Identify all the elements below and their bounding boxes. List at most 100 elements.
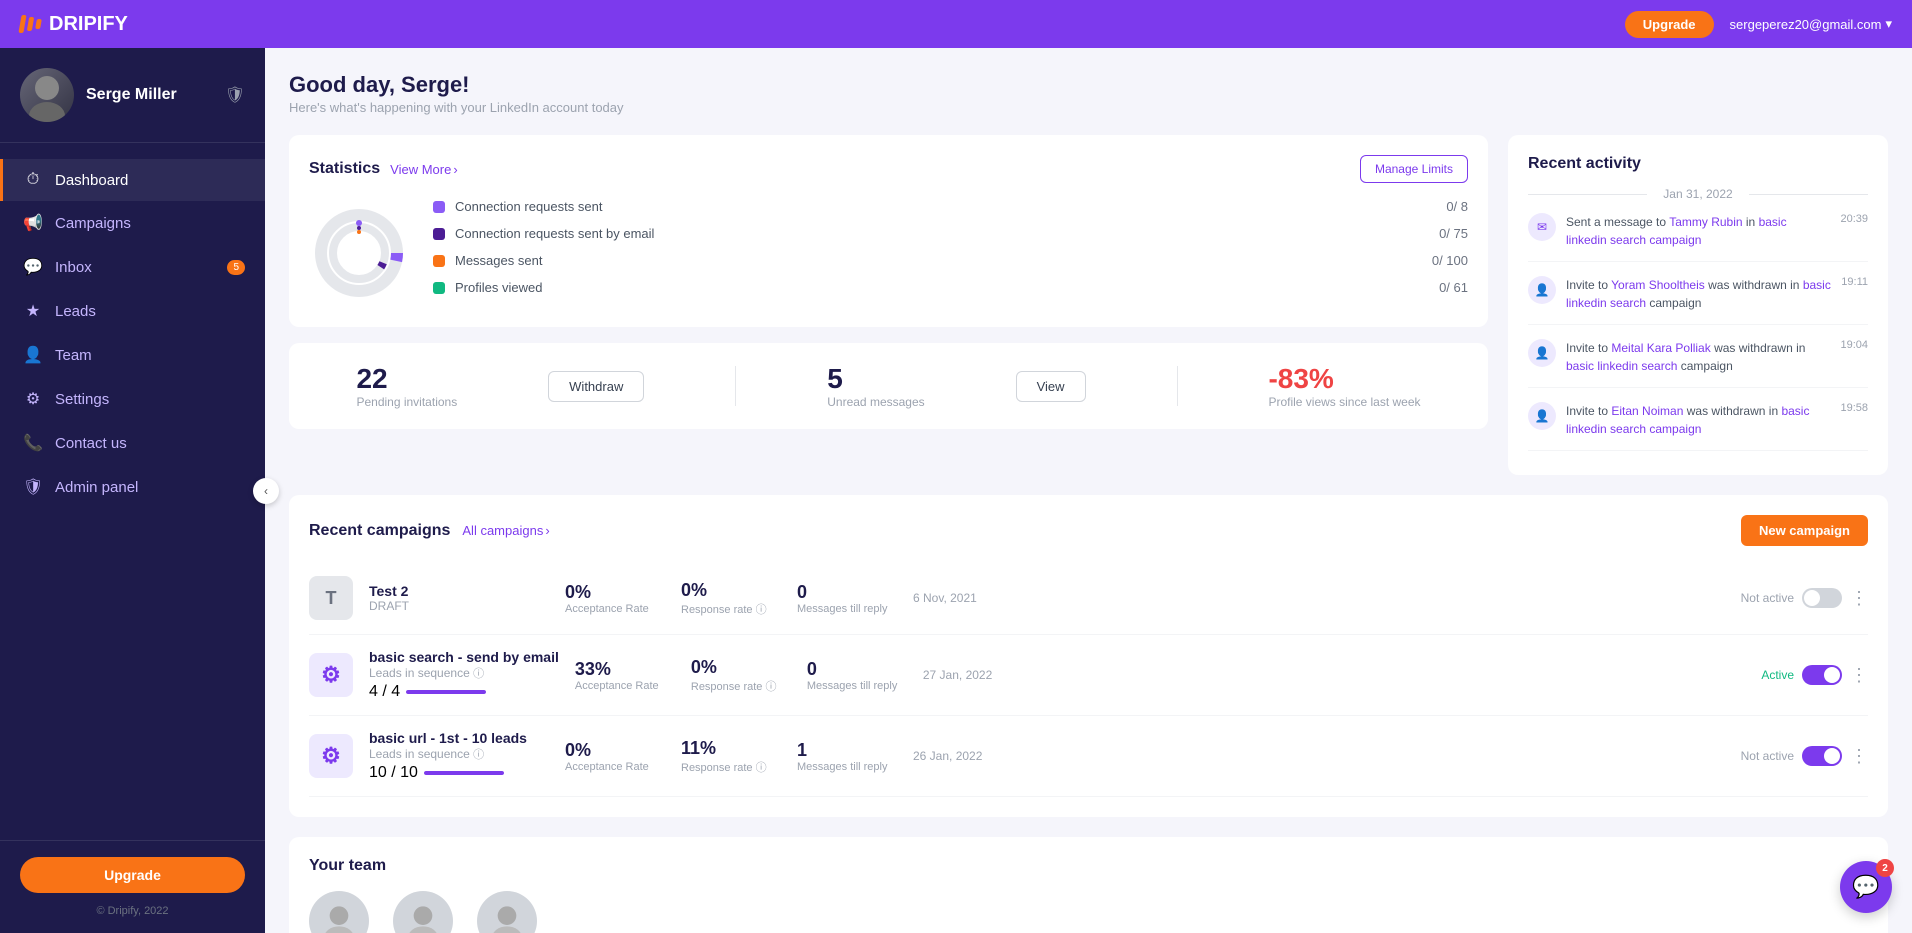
inbox-icon: 💬 bbox=[23, 257, 43, 277]
messages-label: Messages till reply bbox=[797, 603, 897, 615]
activity-link-eitan[interactable]: Eitan Noiman bbox=[1611, 404, 1683, 418]
profile-views-label: Profile views since last week bbox=[1268, 395, 1420, 409]
activity-link-yoram[interactable]: Yoram Shooltheis bbox=[1611, 278, 1705, 292]
pending-metric: 22 Pending invitations bbox=[356, 363, 457, 409]
stat-label-2: Messages sent bbox=[455, 253, 1422, 268]
user-email-dropdown[interactable]: sergeperez20@gmail.com ▾ bbox=[1730, 16, 1892, 32]
sidebar-item-team[interactable]: 👤 Team bbox=[0, 333, 265, 377]
sidebar-username: Serge Miller bbox=[86, 86, 177, 104]
acceptance-label-1: Acceptance Rate bbox=[575, 680, 675, 692]
pending-count: 22 bbox=[356, 363, 387, 395]
member-avatar-svg-1 bbox=[403, 901, 443, 933]
campaign-more-1[interactable]: ⋮ bbox=[1850, 665, 1868, 686]
activity-text-0: Sent a message to Tammy Rubin in basic l… bbox=[1566, 213, 1830, 249]
activity-time-3: 19:58 bbox=[1840, 402, 1868, 414]
campaign-messages-0: 0 Messages till reply bbox=[797, 582, 897, 615]
pending-label: Pending invitations bbox=[356, 395, 457, 409]
chevron-down-icon: ▾ bbox=[1885, 16, 1892, 32]
copyright: © Dripify, 2022 bbox=[20, 905, 245, 917]
sidebar-item-settings[interactable]: ⚙ Settings bbox=[0, 377, 265, 421]
stat-value-2: 0/ 100 bbox=[1432, 253, 1468, 268]
campaign-info-2: basic url - 1st - 10 leads Leads in sequ… bbox=[369, 730, 549, 782]
team-section: Your team bbox=[289, 837, 1888, 933]
campaign-response-2: 11% Response rate ⓘ bbox=[681, 738, 781, 775]
campaign-toggle-1: Active ⋮ bbox=[1761, 665, 1868, 686]
leads-progress-2: 10 / 10 bbox=[369, 764, 549, 782]
stats-items: Connection requests sent 0/ 8 Connection… bbox=[433, 199, 1468, 307]
donut-chart bbox=[309, 203, 409, 303]
sidebar-item-dashboard[interactable]: ⏱ Dashboard bbox=[0, 159, 265, 201]
sidebar-item-inbox[interactable]: 💬 Inbox 5 bbox=[0, 245, 265, 289]
campaign-toggle-0: Not active ⋮ bbox=[1741, 588, 1868, 609]
activity-item-3: 👤 Invite to Eitan Noiman was withdrawn i… bbox=[1528, 402, 1868, 451]
withdraw-button[interactable]: Withdraw bbox=[548, 371, 644, 402]
activity-item-0: ✉ Sent a message to Tammy Rubin in basic… bbox=[1528, 213, 1868, 262]
sidebar-item-label: Inbox bbox=[55, 259, 92, 276]
logo-stripe-3 bbox=[35, 19, 42, 29]
toggle-knob-0 bbox=[1804, 590, 1820, 606]
campaign-response-1: 0% Response rate ⓘ bbox=[691, 657, 791, 694]
leads-count-1: 4 / 4 bbox=[369, 683, 400, 701]
chat-icon: 💬 bbox=[1852, 874, 1879, 900]
campaign-date-0: 6 Nov, 2021 bbox=[913, 591, 1003, 605]
unread-count: 5 bbox=[827, 363, 843, 395]
activity-link-campaign-2[interactable]: basic linkedin search bbox=[1566, 359, 1677, 373]
toggle-switch-1[interactable] bbox=[1802, 665, 1842, 685]
chat-bubble[interactable]: 💬 2 bbox=[1840, 861, 1892, 913]
statistics-card: Statistics View More › Manage Limits bbox=[289, 135, 1488, 327]
sidebar-item-campaigns[interactable]: 📢 Campaigns bbox=[0, 201, 265, 245]
upgrade-button-sidebar[interactable]: Upgrade bbox=[20, 857, 245, 893]
collapse-sidebar-button[interactable]: ‹ bbox=[253, 478, 279, 504]
unread-metric: 5 Unread messages bbox=[827, 363, 924, 409]
team-icon: 👤 bbox=[23, 345, 43, 365]
messages-value-0: 0 bbox=[797, 582, 897, 603]
activity-link-meital[interactable]: Meital Kara Polliak bbox=[1611, 341, 1710, 355]
response-value-0: 0% bbox=[681, 580, 781, 601]
manage-limits-button[interactable]: Manage Limits bbox=[1360, 155, 1468, 183]
campaign-more-0[interactable]: ⋮ bbox=[1850, 588, 1868, 609]
toggle-switch-2[interactable] bbox=[1802, 746, 1842, 766]
all-campaigns-link[interactable]: All campaigns › bbox=[462, 523, 549, 538]
stats-title-row: Statistics View More › bbox=[309, 160, 458, 178]
acceptance-label-2: Acceptance Rate bbox=[565, 761, 665, 773]
greeting-subtitle: Here's what's happening with your Linked… bbox=[289, 100, 1888, 115]
campaign-name-0: Test 2 bbox=[369, 583, 549, 599]
upgrade-button-top[interactable]: Upgrade bbox=[1625, 11, 1714, 38]
sidebar-item-leads[interactable]: ★ Leads bbox=[0, 289, 265, 333]
campaign-messages-1: 0 Messages till reply bbox=[807, 659, 907, 692]
logo-stripe-1 bbox=[18, 15, 26, 33]
stats-col: Statistics View More › Manage Limits bbox=[289, 135, 1488, 475]
sidebar-item-label: Dashboard bbox=[55, 172, 128, 189]
team-members bbox=[309, 891, 1868, 933]
activity-link-campaign-3[interactable]: basic linkedin search campaign bbox=[1566, 404, 1809, 436]
acceptance-value-2: 0% bbox=[565, 740, 665, 761]
team-member-2 bbox=[477, 891, 537, 933]
activity-message-icon: ✉ bbox=[1528, 213, 1556, 241]
new-campaign-button[interactable]: New campaign bbox=[1741, 515, 1868, 546]
toggle-switch-0[interactable] bbox=[1802, 588, 1842, 608]
view-button[interactable]: View bbox=[1016, 371, 1086, 402]
sidebar-item-admin[interactable]: 🛡 Admin panel bbox=[0, 465, 265, 509]
sidebar-item-label: Campaigns bbox=[55, 215, 131, 232]
stat-value-3: 0/ 61 bbox=[1439, 280, 1468, 295]
campaigns-title-row: Recent campaigns All campaigns › bbox=[309, 522, 550, 540]
campaign-acceptance-2: 0% Acceptance Rate bbox=[565, 740, 665, 773]
activity-text-2: Invite to Meital Kara Polliak was withdr… bbox=[1566, 339, 1830, 375]
chevron-right-icon-2: › bbox=[545, 523, 549, 538]
stat-dot-profiles bbox=[433, 282, 445, 294]
toggle-knob-1 bbox=[1824, 667, 1840, 683]
stats-header: Statistics View More › Manage Limits bbox=[309, 155, 1468, 183]
leads-count-2: 10 / 10 bbox=[369, 764, 418, 782]
campaign-response-0: 0% Response rate ⓘ bbox=[681, 580, 781, 617]
activity-invite-icon-2: 👤 bbox=[1528, 339, 1556, 367]
campaign-more-2[interactable]: ⋮ bbox=[1850, 746, 1868, 767]
campaigns-section: Recent campaigns All campaigns › New cam… bbox=[289, 495, 1888, 817]
activity-link-tammy[interactable]: Tammy Rubin bbox=[1669, 215, 1742, 229]
member-avatar-svg-0 bbox=[319, 901, 359, 933]
campaign-info-0: Test 2 DRAFT bbox=[369, 583, 549, 613]
campaign-toggle-2: Not active ⋮ bbox=[1741, 746, 1868, 767]
view-more-link[interactable]: View More › bbox=[390, 162, 458, 177]
logo-text: DRIPIFY bbox=[49, 13, 128, 36]
metrics-row: 22 Pending invitations Withdraw 5 Unread… bbox=[289, 343, 1488, 429]
sidebar-item-contact[interactable]: 📞 Contact us bbox=[0, 421, 265, 465]
